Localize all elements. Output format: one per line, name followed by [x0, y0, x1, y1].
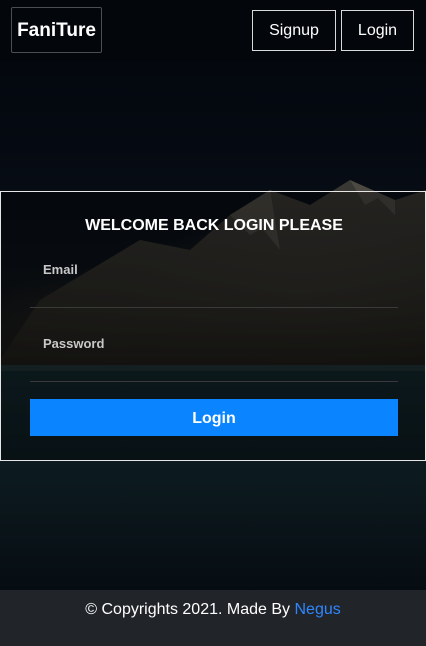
- navbar: FaniTure Signup Login: [0, 0, 426, 62]
- login-card: WELCOME BACK LOGIN PLEASE Email Password…: [0, 191, 426, 461]
- page: FaniTure Signup Login WELCOME BACK LOGIN…: [0, 0, 426, 646]
- password-input[interactable]: [30, 354, 398, 382]
- nav-login-button[interactable]: Login: [341, 10, 414, 51]
- password-label: Password: [43, 336, 105, 351]
- copyright-text: © Copyrights 2021. Made By: [85, 601, 291, 618]
- footer: © Copyrights 2021. Made By Negus: [0, 590, 426, 646]
- signup-button[interactable]: Signup: [252, 10, 336, 51]
- email-input[interactable]: [30, 280, 398, 308]
- login-submit-button[interactable]: Login: [30, 399, 398, 436]
- brand-logo[interactable]: FaniTure: [11, 7, 102, 53]
- login-title: WELCOME BACK LOGIN PLEASE: [85, 217, 343, 234]
- footer-text-line: © Copyrights 2021. Made By Negus: [0, 601, 426, 619]
- email-label: Email: [43, 262, 78, 277]
- author-link[interactable]: Negus: [294, 601, 340, 618]
